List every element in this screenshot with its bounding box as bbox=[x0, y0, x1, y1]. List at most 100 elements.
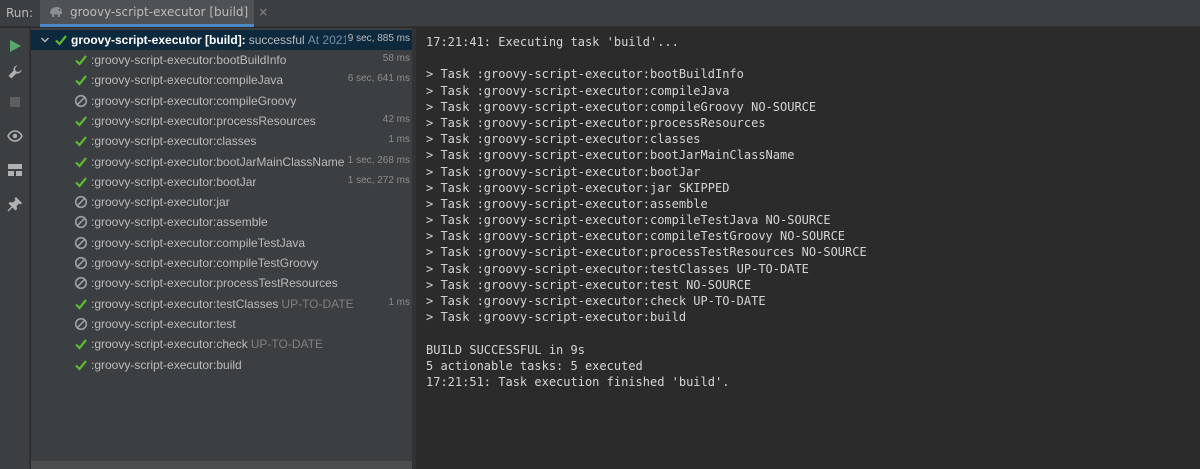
console-line: > Task :groovy-script-executor:bootBuild… bbox=[426, 67, 744, 82]
task-label: :groovy-script-executor:jar bbox=[91, 195, 230, 210]
build-timestamp: At 2021 bbox=[307, 33, 350, 47]
task-row[interactable]: :groovy-script-executor:processResources… bbox=[31, 111, 412, 131]
task-label: :groovy-script-executor:compileJava bbox=[91, 73, 284, 88]
wrench-icon[interactable] bbox=[5, 62, 25, 82]
run-tool-window-header: Run: groovy-script-executor [build] × bbox=[0, 0, 1200, 27]
skipped-icon bbox=[73, 275, 89, 291]
console-output[interactable]: 17:21:41: Executing task 'build'... > Tas… bbox=[416, 28, 1200, 469]
skipped-icon bbox=[73, 255, 89, 271]
task-label: :groovy-script-executor:bootBuildInfo bbox=[91, 53, 287, 67]
task-label: :groovy-script-executor:testClasses bbox=[91, 296, 279, 311]
console-line: > Task :groovy-script-executor:assemble bbox=[426, 196, 708, 211]
task-duration: 58 ms bbox=[380, 53, 410, 64]
console-line: > Task :groovy-script-executor:processRe… bbox=[426, 115, 766, 130]
task-row[interactable]: :groovy-script-executor:build bbox=[31, 355, 412, 375]
task-label: :groovy-script-executor:classes bbox=[91, 134, 257, 149]
task-label: :groovy-script-executor:compileTestJava bbox=[91, 235, 306, 250]
console-line: > Task :groovy-script-executor:testClass… bbox=[426, 261, 809, 276]
close-icon[interactable]: × bbox=[258, 5, 268, 19]
task-row[interactable]: :groovy-script-executor:bootJarMainClass… bbox=[31, 152, 412, 172]
console-line: > Task :groovy-script-executor:compileGr… bbox=[426, 99, 817, 114]
task-status: UP-TO-DATE bbox=[250, 337, 323, 352]
task-label: :groovy-script-executor:bootJar bbox=[91, 174, 257, 189]
check-icon bbox=[73, 154, 89, 170]
elephant-gradle-icon bbox=[48, 3, 64, 22]
check-icon bbox=[73, 174, 89, 190]
build-tree: groovy-script-executor [build]: successf… bbox=[31, 28, 412, 469]
task-row[interactable]: :groovy-script-executor:check UP-TO-DATE bbox=[31, 334, 412, 354]
task-label: :groovy-script-executor:test bbox=[91, 316, 236, 331]
console-line: > Task :groovy-script-executor:compileTe… bbox=[426, 213, 831, 228]
chevron-down-icon[interactable] bbox=[37, 32, 53, 48]
eye-icon[interactable] bbox=[5, 126, 25, 146]
console-line: 17:21:41: Executing task 'build'... bbox=[426, 35, 679, 49]
check-icon bbox=[73, 113, 89, 129]
console-line: > Task :groovy-script-executor:check UP-… bbox=[426, 294, 766, 308]
console-line: 5 actionable tasks: 5 executed bbox=[426, 358, 643, 373]
task-row[interactable]: :groovy-script-executor:bootJar 1 sec, 27… bbox=[31, 172, 412, 192]
task-row[interactable]: :groovy-script-executor:test bbox=[31, 314, 412, 334]
console-line: > Task :groovy-script-executor:processTe… bbox=[426, 245, 867, 260]
task-duration: 1 ms bbox=[386, 134, 410, 146]
stop-icon[interactable] bbox=[5, 92, 25, 112]
check-icon bbox=[73, 72, 89, 88]
task-row[interactable]: :groovy-script-executor:assemble bbox=[31, 212, 412, 232]
run-toolbar bbox=[0, 28, 30, 469]
run-label: Run: bbox=[6, 6, 34, 20]
skipped-icon bbox=[73, 214, 89, 230]
console-line: > Task :groovy-script-executor:test NO-S… bbox=[426, 277, 752, 292]
task-row[interactable]: :groovy-script-executor:jar bbox=[31, 192, 412, 212]
console-line: > Task :groovy-script-executor:build bbox=[426, 310, 687, 325]
task-label: :groovy-script-executor:build bbox=[91, 357, 242, 372]
skipped-icon bbox=[73, 194, 89, 210]
task-row[interactable]: :groovy-script-executor:processTestResou… bbox=[31, 273, 412, 293]
console-line: > Task :groovy-script-executor:bootJar bbox=[426, 164, 701, 179]
pin-icon[interactable] bbox=[5, 194, 25, 214]
task-label: :groovy-script-executor:compileGroovy bbox=[91, 93, 297, 108]
console-line: BUILD SUCCESSFUL in 9s bbox=[426, 342, 585, 357]
check-icon bbox=[53, 32, 69, 48]
task-row[interactable]: :groovy-script-executor:compileJava 6 sec… bbox=[31, 70, 412, 90]
task-label: :groovy-script-executor:bootJarMainClass… bbox=[91, 154, 345, 169]
console-line: > Task :groovy-script-executor:jar SKIPP… bbox=[426, 180, 730, 195]
check-icon bbox=[73, 296, 89, 312]
check-icon bbox=[73, 133, 89, 149]
run-icon[interactable] bbox=[5, 36, 25, 56]
task-status: UP-TO-DATE bbox=[281, 296, 354, 311]
task-row[interactable]: :groovy-script-executor:bootBuildInfo 58 … bbox=[31, 50, 412, 70]
console-line: > Task :groovy-script-executor:compileJa… bbox=[426, 83, 730, 98]
console-line: > Task :groovy-script-executor:compileTe… bbox=[426, 229, 846, 244]
task-label: :groovy-script-executor:compileTestGroov… bbox=[91, 256, 319, 270]
tab-build[interactable]: groovy-script-executor [build] × bbox=[40, 0, 268, 27]
task-duration: 6 sec, 641 ms bbox=[345, 73, 410, 85]
task-row[interactable]: :groovy-script-executor:classes 1 ms bbox=[31, 131, 412, 151]
skipped-icon bbox=[73, 235, 89, 251]
task-label: :groovy-script-executor:processTestResou… bbox=[91, 276, 338, 291]
build-status: successful bbox=[248, 33, 305, 47]
tab-title: groovy-script-executor [build] bbox=[70, 5, 249, 19]
horizontal-scrollbar[interactable] bbox=[31, 461, 412, 469]
console-line: > Task :groovy-script-executor:classes bbox=[426, 132, 701, 147]
task-duration: 1 sec, 272 ms bbox=[345, 174, 410, 186]
task-row[interactable]: :groovy-script-executor:compileTestGroov… bbox=[31, 253, 412, 273]
check-icon bbox=[73, 336, 89, 352]
tree-root-label: groovy-script-executor [build]: bbox=[71, 33, 246, 47]
check-icon bbox=[73, 357, 89, 373]
check-icon bbox=[73, 52, 89, 68]
task-label: :groovy-script-executor:assemble bbox=[91, 215, 268, 230]
task-row[interactable]: :groovy-script-executor:testClasses UP-TO… bbox=[31, 294, 412, 314]
skipped-icon bbox=[73, 316, 89, 332]
skipped-icon bbox=[73, 93, 89, 109]
build-duration: 9 sec, 885 ms bbox=[345, 33, 410, 44]
task-duration: 1 sec, 268 ms bbox=[345, 154, 410, 166]
console-line: > Task :groovy-script-executor:bootJarMa… bbox=[426, 148, 795, 163]
task-row[interactable]: :groovy-script-executor:compileTestJava bbox=[31, 233, 412, 253]
task-row[interactable]: :groovy-script-executor:compileGroovy bbox=[31, 91, 412, 111]
layout-icon[interactable] bbox=[5, 160, 25, 180]
task-label: :groovy-script-executor:processResources bbox=[91, 113, 316, 128]
task-label: :groovy-script-executor:check bbox=[91, 337, 248, 352]
tree-root-row[interactable]: groovy-script-executor [build]: successf… bbox=[31, 30, 412, 50]
task-duration: 1 ms bbox=[386, 296, 410, 308]
